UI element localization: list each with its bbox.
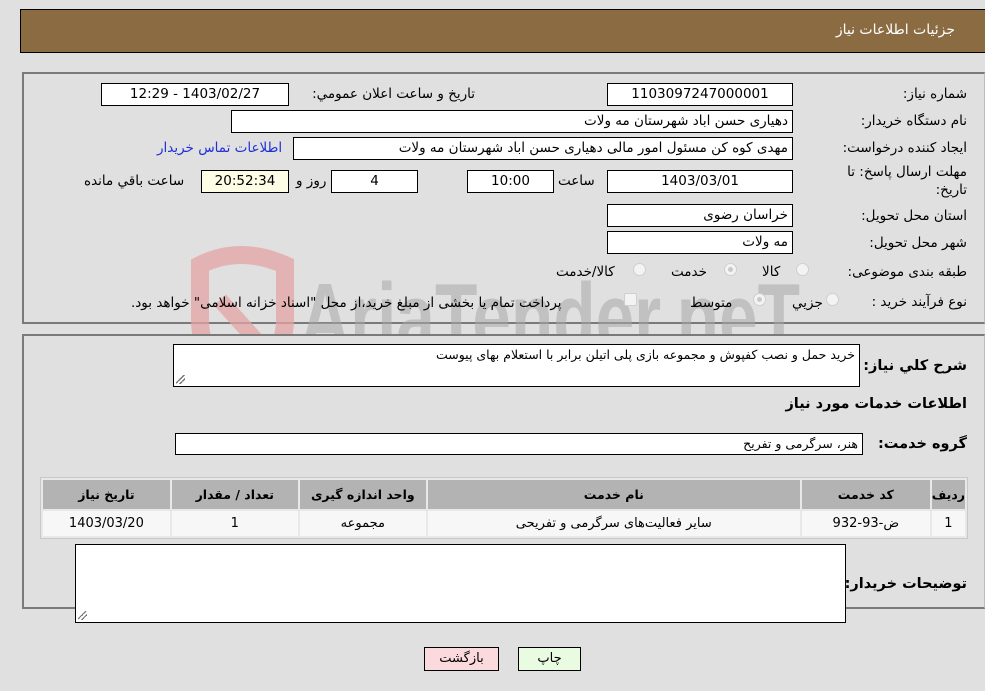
print-button[interactable]: چاپ: [518, 647, 581, 671]
remaining-time-field: 20:52:34: [201, 170, 289, 193]
deadline-time-label: ساعت: [558, 173, 595, 189]
deadline-date-field: 1403/03/01: [607, 170, 793, 193]
category-label: طبقه بندی موضوعی:: [847, 264, 967, 280]
city-field: مه ولات: [607, 231, 793, 254]
remaining-days-field: 4: [331, 170, 418, 193]
category-option-goods: کالا: [762, 264, 781, 280]
category-radio-goods-service[interactable]: [633, 263, 646, 276]
need-number-label: شماره نیاز:: [902, 86, 967, 102]
need-number-field: 1103097247000001: [607, 83, 793, 106]
process-radio-medium[interactable]: [753, 293, 766, 306]
col-need-date: تاريخ نياز: [43, 480, 170, 509]
page-header: جزئیات اطلاعات نیاز: [20, 9, 985, 53]
category-radio-service[interactable]: [724, 263, 737, 276]
requester-label: ايجاد کننده درخواست:: [842, 140, 967, 156]
deadline-time-field: 10:00: [467, 170, 554, 193]
service-group-field: هنر، سرگرمی و تفریح: [175, 433, 863, 455]
process-label: نوع فرآيند خريد :: [871, 294, 967, 310]
requester-field: مهدی کوه کن مسئول امور مالی دهیاری حسن ا…: [293, 137, 793, 160]
table-header-row: رديف كد خدمت نام خدمت واحد اندازه گیری ت…: [43, 480, 965, 509]
announce-datetime-label: تاريخ و ساعت اعلان عمومي:: [312, 86, 475, 102]
buyer-notes-textarea[interactable]: [75, 544, 846, 623]
days-label: روز و: [296, 173, 327, 189]
process-option-minor: جزيي: [792, 295, 823, 311]
cell-service-name: سایر فعالیت‌های سرگرمی و تفریحی: [427, 511, 800, 536]
col-quantity: تعداد / مقدار: [171, 480, 298, 509]
col-row-number: رديف: [931, 480, 965, 509]
cell-row-number: 1: [931, 511, 965, 536]
cell-unit: مجموعه: [299, 511, 426, 536]
city-label: شهر محل تحویل:: [869, 235, 967, 251]
resize-handle-icon[interactable]: [78, 611, 87, 620]
process-radio-minor[interactable]: [826, 293, 839, 306]
remaining-time-label: ساعت باقي مانده: [84, 173, 185, 189]
services-section-title: اطلاعات خدمات مورد نياز: [785, 396, 967, 412]
category-option-goods-service: کالا/خدمت: [556, 264, 615, 280]
buyer-org-label: نام دستگاه خريدار:: [860, 113, 967, 129]
resize-handle-icon[interactable]: [176, 375, 185, 384]
services-table: رديف كد خدمت نام خدمت واحد اندازه گیری ت…: [40, 477, 968, 539]
summary-label: شرح كلي نياز:: [863, 358, 967, 374]
buyer-org-field: دهیاری حسن اباد شهرستان مه ولات: [231, 110, 793, 133]
process-option-medium: متوسط: [690, 295, 733, 311]
category-radio-goods[interactable]: [796, 263, 809, 276]
back-button[interactable]: بازگشت: [424, 647, 499, 671]
cell-service-code: ض-93-932: [801, 511, 930, 536]
cell-quantity: 1: [171, 511, 298, 536]
treasury-checkbox[interactable]: [624, 293, 637, 306]
table-row: 1 ض-93-932 سایر فعالیت‌های سرگرمی و تفری…: [43, 511, 965, 536]
deadline-label-line1: مهلت ارسال پاسخ: تا: [847, 164, 967, 180]
col-unit: واحد اندازه گیری: [299, 480, 426, 509]
buyer-notes-label: توضيحات خريدار:: [844, 576, 967, 592]
col-service-name: نام خدمت: [427, 480, 800, 509]
treasury-note: پرداخت تمام يا بخشی از مبلغ خريد،از محل …: [131, 295, 562, 311]
province-label: استان محل تحویل:: [861, 208, 967, 224]
buyer-contact-link[interactable]: اطلاعات تماس خريدار: [157, 140, 282, 156]
province-field: خراسان رضوی: [607, 204, 793, 227]
summary-text: خرید حمل و نصب کفپوش و مجموعه بازی پلی ا…: [435, 347, 855, 362]
service-group-label: گروه خدمت:: [877, 436, 967, 452]
summary-textarea[interactable]: خرید حمل و نصب کفپوش و مجموعه بازی پلی ا…: [173, 344, 860, 387]
cell-need-date: 1403/03/20: [43, 511, 170, 536]
page-title: جزئیات اطلاعات نیاز: [835, 22, 955, 38]
announce-datetime-field: 1403/02/27 - 12:29: [101, 83, 289, 106]
category-option-service: خدمت: [671, 264, 707, 280]
col-service-code: كد خدمت: [801, 480, 930, 509]
deadline-label-line2: تاریخ:: [935, 182, 967, 198]
